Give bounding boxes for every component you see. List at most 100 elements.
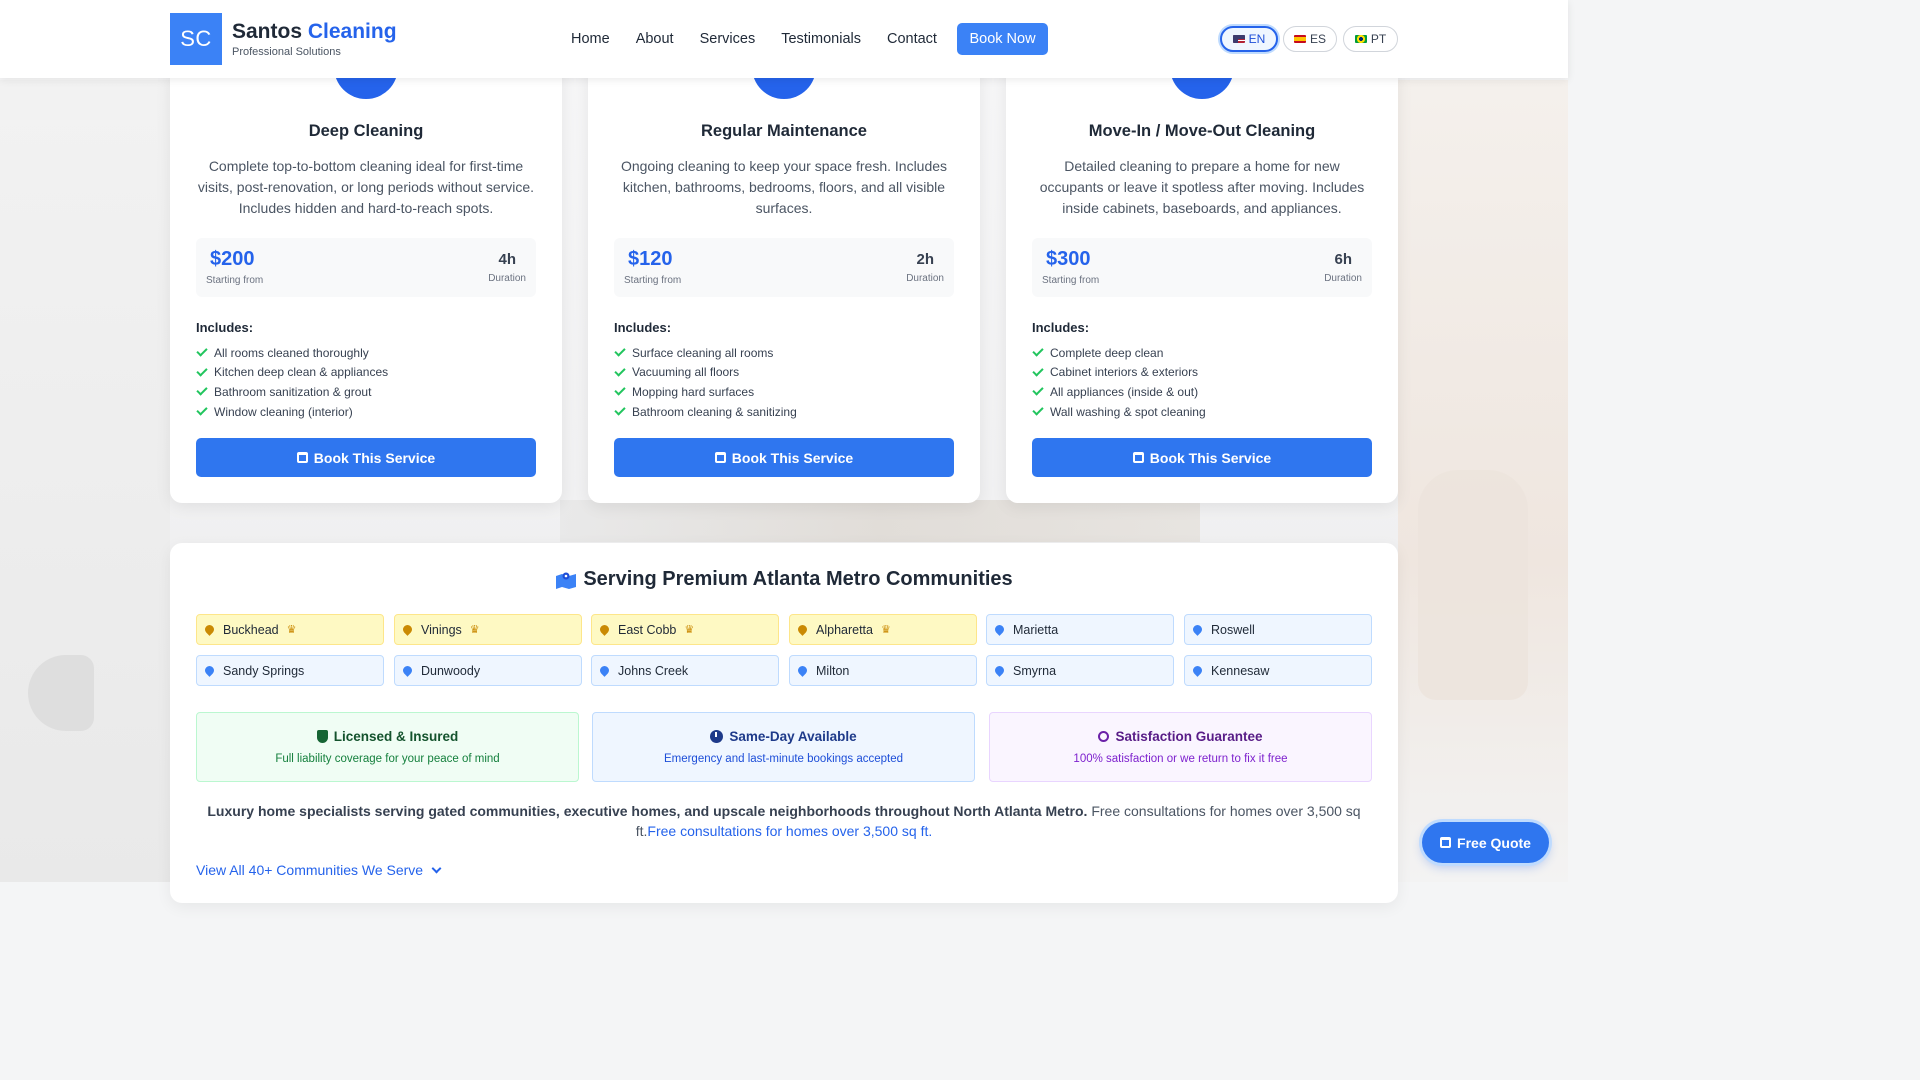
nav-testimonials[interactable]: Testimonials bbox=[781, 31, 861, 47]
service-title: Deep Cleaning bbox=[308, 122, 424, 140]
feature-title: Satisfaction Guarantee bbox=[1115, 729, 1263, 744]
community-chip[interactable]: Marietta bbox=[986, 614, 1174, 645]
check-icon bbox=[614, 365, 626, 377]
feature-licensed-insured: Licensed & Insured Full liability covera… bbox=[196, 712, 579, 782]
check-icon bbox=[1032, 384, 1044, 397]
consultation-link[interactable]: Free consultations for homes over 3,500 … bbox=[647, 823, 932, 839]
price-label: Starting from bbox=[206, 275, 264, 286]
brand-name-accent: Cleaning bbox=[307, 20, 397, 43]
feature-item: Cabinet interiors & exteriors bbox=[1032, 363, 1206, 383]
book-service-button[interactable]: Book This Service bbox=[614, 438, 954, 477]
feature-item: Kitchen deep clean & appliances bbox=[196, 363, 388, 383]
communities-blurb: Luxury home specialists serving gated co… bbox=[196, 802, 1372, 841]
brand-name: Santos Cleaning bbox=[232, 20, 397, 44]
check-icon bbox=[614, 345, 626, 357]
award-icon bbox=[1098, 731, 1110, 742]
community-chip[interactable]: Smyrna bbox=[986, 655, 1174, 686]
lang-label-pt: PT bbox=[1370, 32, 1387, 46]
feature-text: Bathroom cleaning & sanitizing bbox=[632, 404, 797, 419]
service-duration: 6h bbox=[1334, 251, 1352, 268]
duration-label: Duration bbox=[488, 273, 526, 284]
community-name: Alpharetta bbox=[816, 622, 873, 637]
community-chip[interactable]: Roswell bbox=[1184, 614, 1372, 645]
community-chip[interactable]: Kennesaw bbox=[1184, 655, 1372, 686]
background-counter bbox=[560, 500, 1200, 542]
includes-heading: Includes: bbox=[196, 320, 254, 335]
check-icon bbox=[1032, 345, 1044, 357]
community-chip[interactable]: Johns Creek bbox=[591, 655, 779, 686]
price-box: $120 Starting from 2h Duration bbox=[614, 238, 954, 297]
community-chip[interactable]: Buckhead ♛ bbox=[196, 614, 384, 645]
feature-title-row: Same-Day Available bbox=[593, 729, 974, 744]
community-chip[interactable]: Milton bbox=[789, 655, 977, 686]
feature-item: All rooms cleaned thoroughly bbox=[196, 343, 388, 363]
duration-label: Duration bbox=[1324, 273, 1362, 284]
book-service-button[interactable]: Book This Service bbox=[1032, 438, 1372, 477]
free-quote-button[interactable]: Free Quote bbox=[1422, 822, 1549, 863]
pin-icon bbox=[203, 623, 216, 636]
nav-about[interactable]: About bbox=[636, 31, 674, 47]
service-description: Ongoing cleaning to keep your space fres… bbox=[620, 158, 948, 216]
feature-item: Complete deep clean bbox=[1032, 343, 1206, 363]
feature-text: Surface cleaning all rooms bbox=[632, 345, 774, 360]
feature-same-day: Same-Day Available Emergency and last-mi… bbox=[592, 712, 975, 782]
crown-icon: ♛ bbox=[286, 624, 297, 636]
background-door-handle bbox=[28, 655, 94, 731]
community-name: Kennesaw bbox=[1211, 663, 1270, 678]
feature-item: Vacuuming all floors bbox=[614, 363, 797, 383]
lang-button-en[interactable]: EN bbox=[1220, 26, 1278, 52]
service-title: Move-In / Move-Out Cleaning bbox=[1088, 122, 1316, 140]
book-now-button[interactable]: Book Now bbox=[957, 23, 1048, 55]
nav-services[interactable]: Services bbox=[700, 31, 756, 47]
feature-text: Cabinet interiors & exteriors bbox=[1050, 365, 1199, 380]
free-quote-label: Free Quote bbox=[1457, 834, 1531, 851]
community-name: Johns Creek bbox=[618, 663, 689, 678]
background-wall-left bbox=[0, 80, 170, 882]
service-price: $120 bbox=[628, 248, 673, 270]
lang-label-es: ES bbox=[1309, 32, 1326, 46]
feature-item: Bathroom cleaning & sanitizing bbox=[614, 402, 797, 422]
view-all-communities-link[interactable]: View All 40+ Communities We Serve bbox=[196, 862, 442, 878]
feature-title-row: Satisfaction Guarantee bbox=[990, 729, 1371, 744]
lang-button-pt[interactable]: PT bbox=[1343, 26, 1398, 52]
community-chip[interactable]: Sandy Springs bbox=[196, 655, 384, 686]
community-name: Milton bbox=[816, 663, 850, 678]
calendar-icon bbox=[1132, 452, 1144, 463]
feature-item: Wall washing & spot cleaning bbox=[1032, 402, 1206, 422]
crown-icon: ♛ bbox=[469, 624, 480, 636]
community-name: Buckhead bbox=[223, 622, 279, 637]
nav-contact[interactable]: Contact bbox=[887, 31, 937, 47]
calendar-icon bbox=[1440, 837, 1452, 848]
service-price: $300 bbox=[1046, 248, 1091, 270]
check-icon bbox=[614, 404, 626, 416]
us-flag-icon bbox=[1232, 35, 1245, 43]
duration-label: Duration bbox=[906, 273, 944, 284]
price-label: Starting from bbox=[1042, 275, 1100, 286]
feature-desc: Full liability coverage for your peace o… bbox=[275, 753, 500, 765]
pin-icon bbox=[1191, 623, 1204, 636]
check-icon bbox=[196, 365, 208, 377]
calendar-icon bbox=[714, 452, 726, 463]
nav-home[interactable]: Home bbox=[571, 31, 610, 47]
spain-flag-icon bbox=[1293, 35, 1306, 43]
crown-icon: ♛ bbox=[684, 624, 695, 636]
service-duration: 2h bbox=[916, 251, 934, 268]
feature-text: All appliances (inside & out) bbox=[1050, 384, 1199, 399]
book-service-button[interactable]: Book This Service bbox=[196, 438, 536, 477]
community-chip[interactable]: Vinings ♛ bbox=[394, 614, 582, 645]
community-chip[interactable]: Dunwoody bbox=[394, 655, 582, 686]
community-name: Dunwoody bbox=[421, 663, 481, 678]
crown-icon: ♛ bbox=[880, 624, 891, 636]
community-name: East Cobb bbox=[618, 622, 677, 637]
lang-label-en: EN bbox=[1248, 32, 1266, 46]
community-chip[interactable]: East Cobb ♛ bbox=[591, 614, 779, 645]
blurb-bold: Luxury home specialists serving gated co… bbox=[207, 803, 1088, 819]
feature-desc: Emergency and last-minute bookings accep… bbox=[663, 753, 904, 765]
book-service-label: Book This Service bbox=[1149, 449, 1272, 466]
pin-icon bbox=[401, 623, 414, 636]
service-description: Complete top-to-bottom cleaning ideal fo… bbox=[197, 158, 535, 216]
pin-icon bbox=[598, 664, 611, 677]
lang-button-es[interactable]: ES bbox=[1283, 26, 1337, 52]
logo[interactable]: SC bbox=[170, 13, 222, 65]
community-chip[interactable]: Alpharetta ♛ bbox=[789, 614, 977, 645]
